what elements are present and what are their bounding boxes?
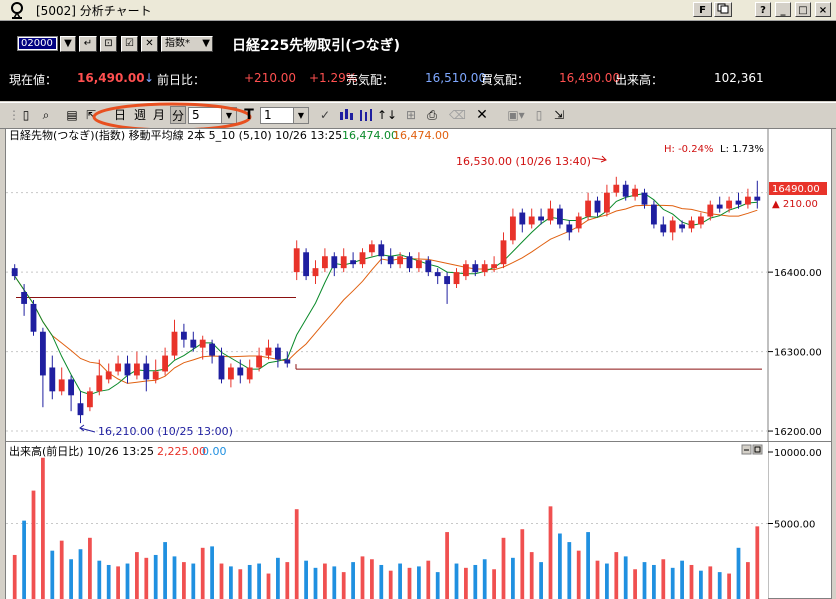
- minimize-button[interactable]: _: [775, 2, 791, 17]
- bid-value: 16,490.00: [559, 71, 621, 85]
- export-doc-icon[interactable]: ⇲: [551, 106, 567, 124]
- bar-chart-icon[interactable]: [358, 108, 374, 122]
- current-price-value: 16,490.00: [77, 71, 145, 85]
- chevron-down-icon: ▼: [293, 108, 308, 123]
- instrument-title: 日経225先物取引(つなぎ): [232, 38, 401, 54]
- chart-toolbar: ⋮ ▯ ⌕ ▤ ⇱ 日 週 月 分 5 ▼ T 1 ▼ ✓ ↑↓ ⊞ ⎙ ⌫ ✕ ▣…: [0, 102, 836, 132]
- indicator-select-value: 指数*: [165, 38, 190, 49]
- close-button[interactable]: ×: [815, 2, 831, 17]
- line-tool-icon[interactable]: ✓: [316, 106, 334, 124]
- ask-label: 売気配：: [346, 73, 395, 87]
- document-icon[interactable]: ▤: [64, 106, 80, 124]
- help-button[interactable]: ?: [755, 2, 771, 17]
- ask-value: 16,510.00: [425, 71, 487, 85]
- candle-chart-icon[interactable]: [338, 108, 354, 122]
- f-button[interactable]: F: [693, 2, 712, 17]
- toolbar-grip: ⋮: [8, 108, 20, 122]
- quote-header: 02000 ▼ ↵ ⊡ ☑ ✕ 指数* ▼ 日経225先物取引(つなぎ) 現在値：…: [0, 21, 836, 101]
- chevron-down-icon: ▼: [202, 38, 210, 49]
- grid-icon[interactable]: ⊞: [403, 106, 419, 124]
- code-dropdown-button[interactable]: ▼: [60, 36, 76, 52]
- eraser-icon[interactable]: ⌫: [449, 106, 466, 124]
- chart-frame: [5, 128, 832, 599]
- lock-icon[interactable]: ⊡: [100, 36, 117, 52]
- delete-icon[interactable]: ✕: [474, 106, 490, 124]
- code-value: 02000: [19, 38, 56, 49]
- window-title: [5002] 分析チャート: [36, 4, 152, 18]
- count-select[interactable]: 1 ▼: [260, 107, 309, 124]
- sort-icon[interactable]: ↑↓: [377, 106, 397, 124]
- indicator-select[interactable]: 指数* ▼: [161, 36, 213, 52]
- current-price-label: 現在値：: [9, 73, 58, 87]
- clear-icon[interactable]: ✕: [141, 36, 158, 52]
- app-logo-icon: [11, 2, 23, 19]
- change-value: +210.00: [244, 71, 297, 85]
- pages-icon[interactable]: ▯: [531, 106, 547, 124]
- volume-label: 出来高：: [615, 73, 664, 87]
- text-tool-button[interactable]: T: [243, 106, 255, 124]
- copy-window-button[interactable]: [714, 2, 732, 17]
- enter-icon[interactable]: ↵: [79, 36, 97, 52]
- copy-icon: [717, 3, 729, 14]
- count-select-value: 1: [264, 108, 272, 122]
- maximize-button[interactable]: □: [795, 2, 811, 17]
- zoom-icon[interactable]: ⌕: [38, 106, 54, 124]
- bid-label: 買気配：: [481, 73, 530, 87]
- save-icon[interactable]: ▣▾: [504, 106, 528, 124]
- price-down-arrow-icon: ↓: [144, 71, 155, 85]
- page-icon[interactable]: ▯: [18, 106, 34, 124]
- edit-icon[interactable]: ☑: [121, 36, 138, 52]
- print-icon[interactable]: ⎙: [423, 106, 441, 124]
- code-input[interactable]: 02000: [17, 36, 58, 51]
- window-titlebar: [5002] 分析チャート F ? _ □ ×: [0, 0, 836, 21]
- volume-value: 102,361: [714, 71, 764, 85]
- prev-day-label: 前日比：: [157, 73, 206, 87]
